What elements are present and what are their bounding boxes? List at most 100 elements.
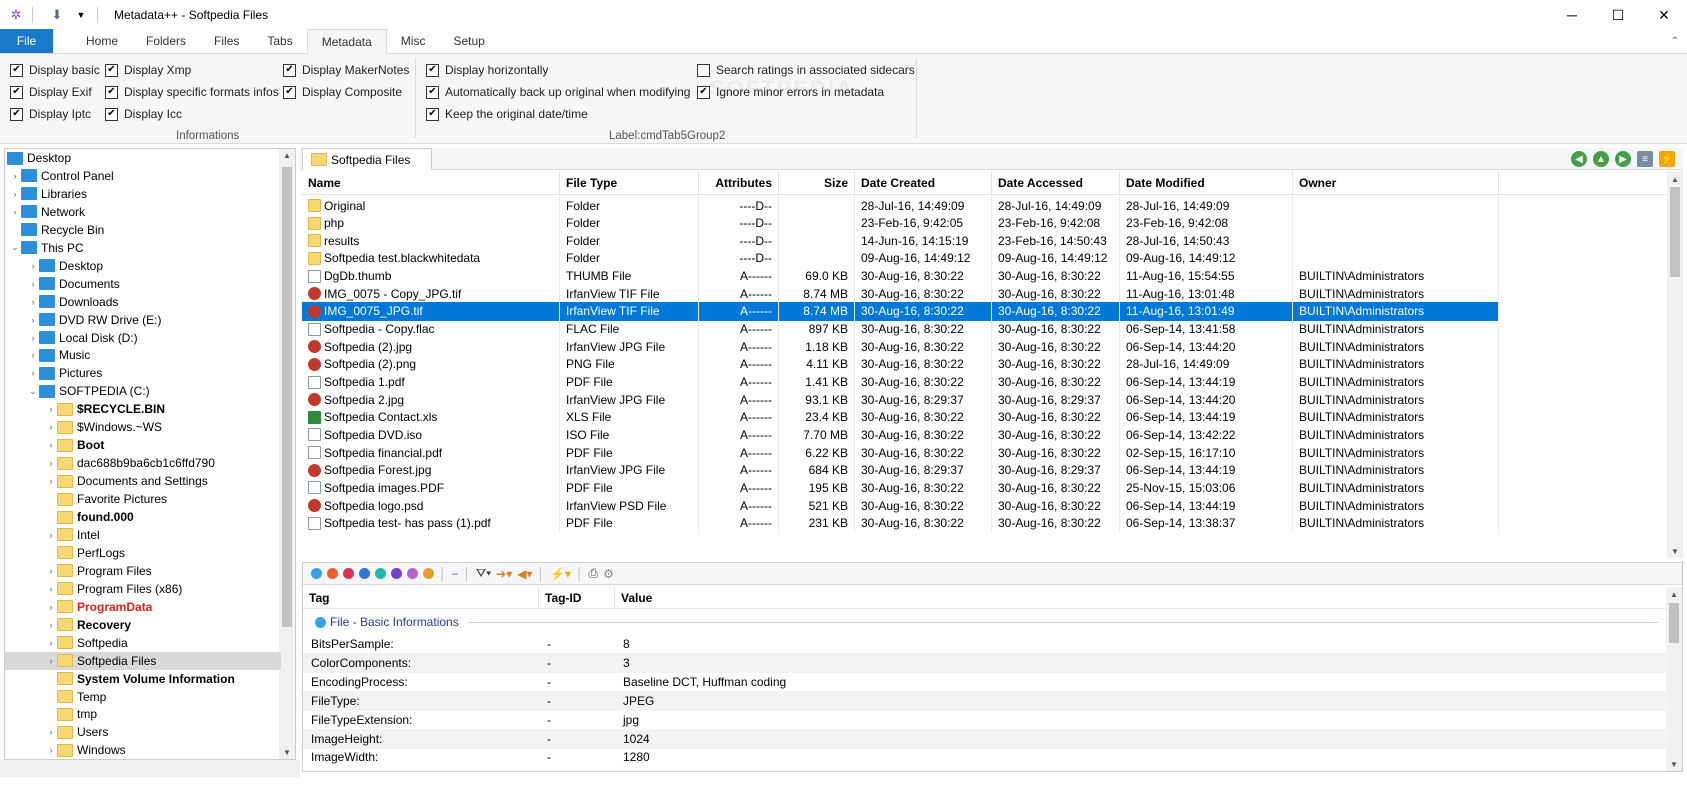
metadata-scrollbar[interactable]: ▲ ▼ [1666,587,1682,771]
tree-item[interactable]: Favorite Pictures [5,490,281,508]
tab-metadata[interactable]: Metadata [306,29,387,54]
checkbox-box[interactable]: ✔ [10,107,23,121]
checkbox-box[interactable]: ✔ [697,85,710,99]
quick-access-dropdown-icon[interactable]: ▼ [73,7,89,23]
file-row[interactable]: Softpedia logo.psd IrfanView PSD File A---… [302,496,1499,516]
metadata-row[interactable]: FileType: - JPEG [303,690,1668,711]
tree-item[interactable]: › Intel [5,526,281,544]
tree-item[interactable]: › Local Disk (D:) [5,329,281,347]
scroll-up-icon[interactable]: ▲ [1670,590,1678,599]
file-row[interactable]: IMG_0075_JPG.tif IrfanView TIF File A-----… [302,301,1499,321]
tree-item[interactable]: › DVD RW Drive (E:) [5,311,281,329]
file-row[interactable]: php Folder ----D-- 23-Feb-16, 9:42:05 23-Feb… [302,213,1499,233]
tree-item[interactable]: Temp [5,688,281,706]
expand-chevron-icon[interactable]: › [45,638,57,648]
color-filter-icon[interactable] [391,568,402,579]
expand-chevron-icon[interactable]: › [27,350,39,360]
file-row[interactable]: Original Folder ----D-- 28-Jul-16, 14:49:09… [302,196,1499,215]
display-iptc-checkbox[interactable]: ✔ Display Iptc [10,107,91,121]
tree-item[interactable]: › dac688b9ba6cb1c6ffd790 [5,454,281,472]
tree-item[interactable]: › Pictures [5,364,281,382]
ignore-minor-errors-checkbox[interactable]: ✔ Ignore minor errors in metadata [697,85,884,99]
tab-softpedia-files[interactable]: Softpedia Files [302,148,432,170]
color-filter-icon[interactable] [407,568,418,579]
section-header[interactable]: File - Basic Informations [303,611,1668,633]
metadata-row[interactable]: FileTypeExtension: - jpg [303,710,1668,730]
collapse-icon[interactable]: − [452,567,459,581]
display-icc-checkbox[interactable]: ✔ Display Icc [105,107,182,121]
expand-chevron-icon[interactable]: › [45,458,57,468]
metadata-row[interactable]: ImageWidth: - 1280 [303,747,1668,767]
file-row[interactable]: Softpedia 2.jpg IrfanView JPG File A------… [302,390,1499,410]
tree-item[interactable]: › Network [5,203,281,221]
display-horizontally-checkbox[interactable]: ✔ Display horizontally [426,63,548,77]
up-icon[interactable]: ▲ [1593,151,1609,167]
settings-icon[interactable]: ⚙ [603,567,614,581]
tree-item[interactable]: › Documents [5,275,281,293]
collapse-ribbon-icon[interactable]: ⌃ [1671,36,1679,47]
expand-chevron-icon[interactable]: › [9,171,21,181]
expand-chevron-icon[interactable]: › [45,620,57,630]
tree-item[interactable]: › Documents and Settings [5,472,281,490]
tree-scrollbar[interactable]: ▲ ▼ [279,149,295,759]
scroll-down-icon[interactable]: ▼ [1670,760,1678,769]
file-row[interactable]: Softpedia Forest.jpg IrfanView JPG File A-… [302,460,1499,480]
folder-tree[interactable]: ▲ ▼ Desktop › Control Panel › Libraries › Netw… [4,148,296,760]
expand-chevron-icon[interactable]: › [45,602,57,612]
tree-item[interactable]: › Control Panel [5,167,281,185]
color-filter-icon[interactable] [375,568,386,579]
scroll-thumb[interactable] [282,167,292,627]
view-options-icon[interactable]: ≡ [1637,151,1653,167]
back-icon[interactable]: ◀ [1571,151,1587,167]
expand-chevron-icon[interactable]: › [45,530,57,540]
file-row[interactable]: results Folder ----D-- 14-Jun-16, 14:15:19 2… [302,231,1499,251]
metadata-pane[interactable]: │ − │ ⛛▾ ➔▾ ◀▾ │ ⚡▾ │ ⎙ ⚙ Tag Tag-ID Value File - … [302,562,1683,772]
tree-item[interactable]: › Libraries [5,185,281,203]
collapse-chevron-icon[interactable]: ⌄ [27,386,39,397]
display-composite-checkbox[interactable]: ✔ Display Composite [283,85,402,99]
scroll-down-icon[interactable]: ▼ [1671,547,1679,556]
column-file-type[interactable]: File Type [560,171,699,195]
expand-chevron-icon[interactable]: › [45,422,57,432]
display-exif-checkbox[interactable]: ✔ Display Exif [10,85,92,99]
expand-chevron-icon[interactable]: › [45,476,57,486]
column-attributes[interactable]: Attributes [699,171,779,195]
keep-original-date-checkbox[interactable]: ✔ Keep the original date/time [426,107,588,121]
tree-item[interactable]: found.000 [5,508,281,526]
close-button[interactable]: ✕ [1641,0,1687,30]
actions-icon[interactable]: ⚡▾ [550,567,571,581]
checkbox-box[interactable] [697,63,710,77]
column-date-created[interactable]: Date Created [855,171,992,195]
expand-chevron-icon[interactable]: › [9,207,21,217]
file-row[interactable]: Softpedia Contact.xls XLS File A------ 23.4… [302,407,1499,427]
display-xmp-checkbox[interactable]: ✔ Display Xmp [105,63,191,77]
expand-chevron-icon[interactable]: › [45,656,57,666]
column-size[interactable]: Size [779,171,855,195]
expand-chevron-icon[interactable]: › [45,440,57,450]
scroll-down-icon[interactable]: ▼ [283,748,291,757]
tree-item[interactable]: tmp [5,705,281,723]
tree-item[interactable]: › Boot [5,436,281,454]
tree-item[interactable]: › $RECYCLE.BIN [5,400,281,418]
column-date-modified[interactable]: Date Modified [1120,171,1293,195]
checkbox-box[interactable]: ✔ [10,63,23,77]
checkbox-box[interactable]: ✔ [426,107,439,121]
column-owner[interactable]: Owner [1293,171,1499,195]
file-list-scrollbar[interactable]: ▲ ▼ [1667,171,1683,558]
file-row[interactable]: Softpedia test.blackwhitedata Folder ----D… [302,248,1499,268]
minimize-button[interactable]: ─ [1549,0,1595,30]
auto-backup-checkbox[interactable]: ✔ Automatically back up original when mod… [426,85,690,99]
expand-chevron-icon[interactable]: › [45,745,57,755]
forward-icon[interactable]: ▶ [1615,151,1631,167]
display-basic-checkbox[interactable]: ✔ Display basic [10,63,100,77]
tree-item[interactable]: ⌄ SOFTPEDIA (C:) [5,382,281,400]
metadata-row[interactable]: ImageHeight: - 1024 [303,728,1668,749]
actions-icon[interactable]: ⚡ [1659,151,1675,167]
tree-item[interactable]: ⌄ This PC [5,239,281,257]
scroll-up-icon[interactable]: ▲ [283,151,291,160]
tab-misc[interactable]: Misc [387,29,440,53]
tab-files[interactable]: Files [200,29,253,53]
tree-item[interactable]: PerfLogs [5,544,281,562]
file-row[interactable]: Softpedia (2).jpg IrfanView JPG File A----… [302,337,1499,357]
file-row[interactable]: Softpedia 1.pdf PDF File A------ 1.41 KB 30-… [302,372,1499,392]
